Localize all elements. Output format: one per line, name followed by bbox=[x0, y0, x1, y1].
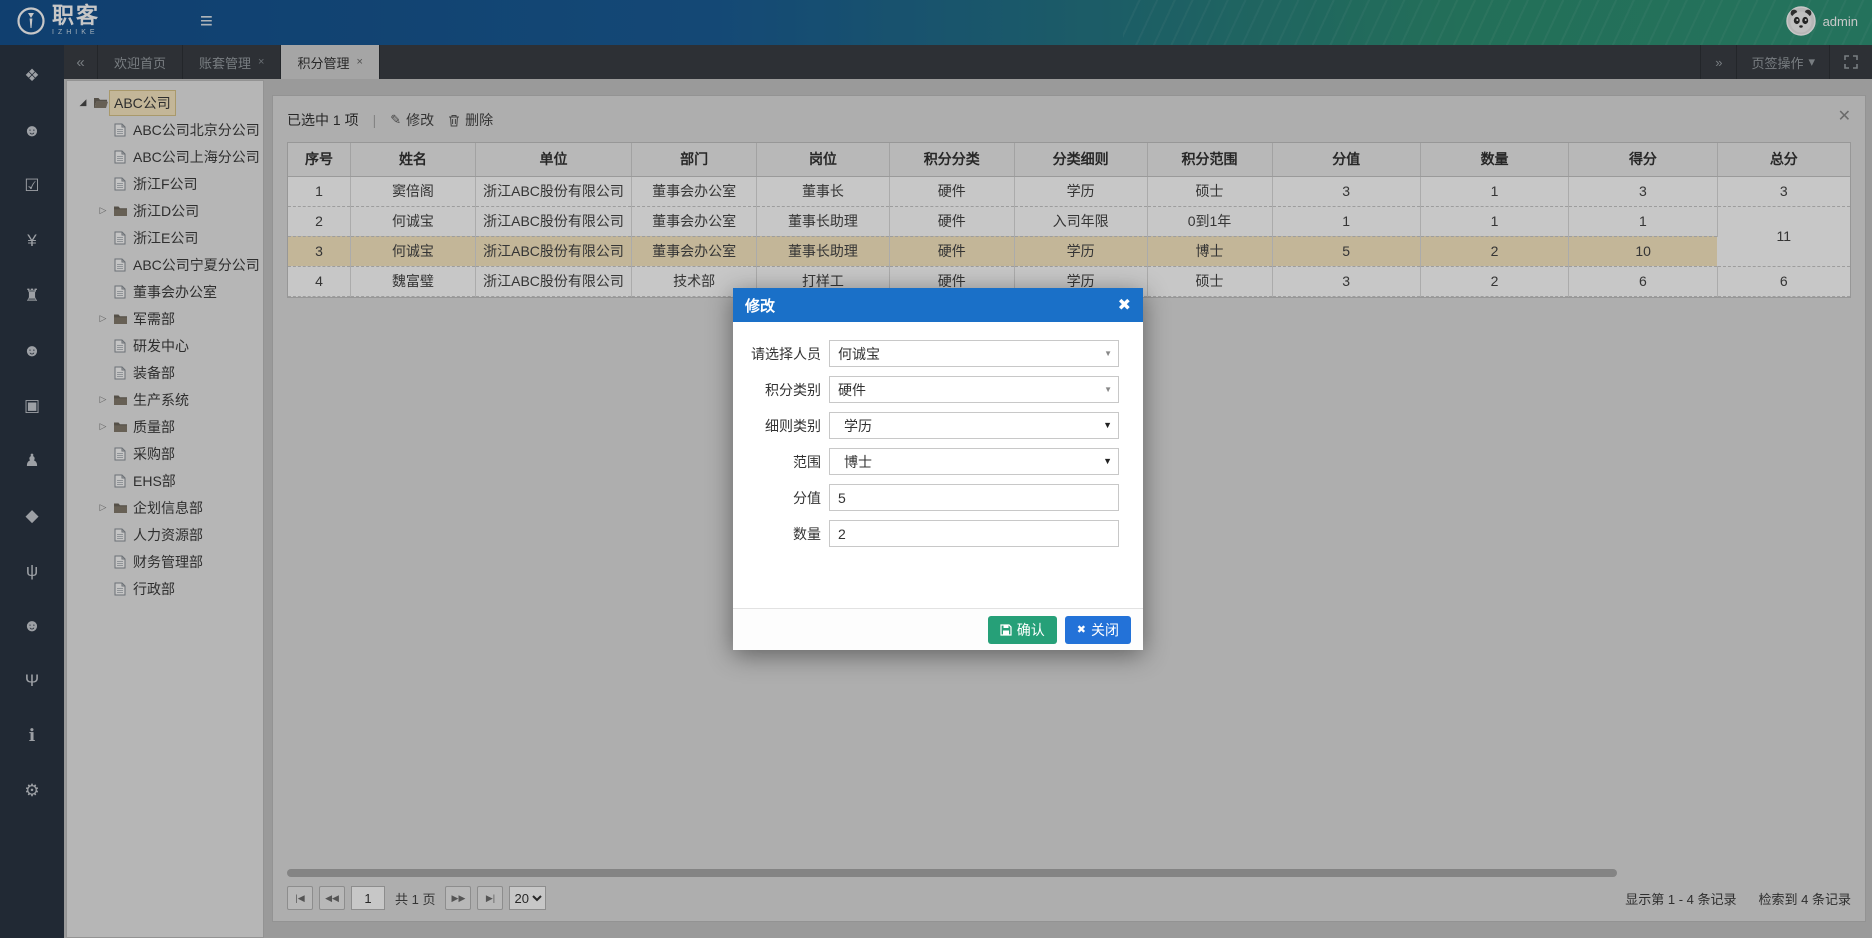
save-icon bbox=[1000, 624, 1012, 636]
modal-title: 修改 bbox=[745, 295, 775, 316]
close-x-icon: ✖ bbox=[1077, 623, 1086, 636]
edit-modal: 修改 ✖ 请选择人员 ▼ 积分类别 ▼ 细则类别 bbox=[733, 288, 1143, 650]
close-button[interactable]: ✖ 关闭 bbox=[1065, 616, 1131, 644]
category-label: 积分类别 bbox=[733, 380, 821, 400]
person-combobox[interactable] bbox=[829, 340, 1119, 367]
quantity-label: 数量 bbox=[733, 524, 821, 544]
modal-header: 修改 ✖ bbox=[733, 288, 1143, 322]
app-screen: 职客 IZHIKE ≡ admin « 欢迎首页账套管理×积分管理× » bbox=[0, 0, 1872, 938]
modal-body: 请选择人员 ▼ 积分类别 ▼ 细则类别 学历 bbox=[733, 322, 1143, 608]
quantity-input[interactable] bbox=[829, 520, 1119, 547]
range-select[interactable]: 博士 bbox=[829, 448, 1119, 475]
confirm-button[interactable]: 确认 bbox=[988, 616, 1057, 644]
category-combobox[interactable] bbox=[829, 376, 1119, 403]
person-label: 请选择人员 bbox=[733, 344, 821, 364]
range-label: 范围 bbox=[733, 452, 821, 472]
modal-close-icon[interactable]: ✖ bbox=[1118, 295, 1131, 315]
score-label: 分值 bbox=[733, 488, 821, 508]
rule-select[interactable]: 学历 bbox=[829, 412, 1119, 439]
rule-label: 细则类别 bbox=[733, 416, 821, 436]
score-input[interactable] bbox=[829, 484, 1119, 511]
modal-footer: 确认 ✖ 关闭 bbox=[733, 608, 1143, 650]
